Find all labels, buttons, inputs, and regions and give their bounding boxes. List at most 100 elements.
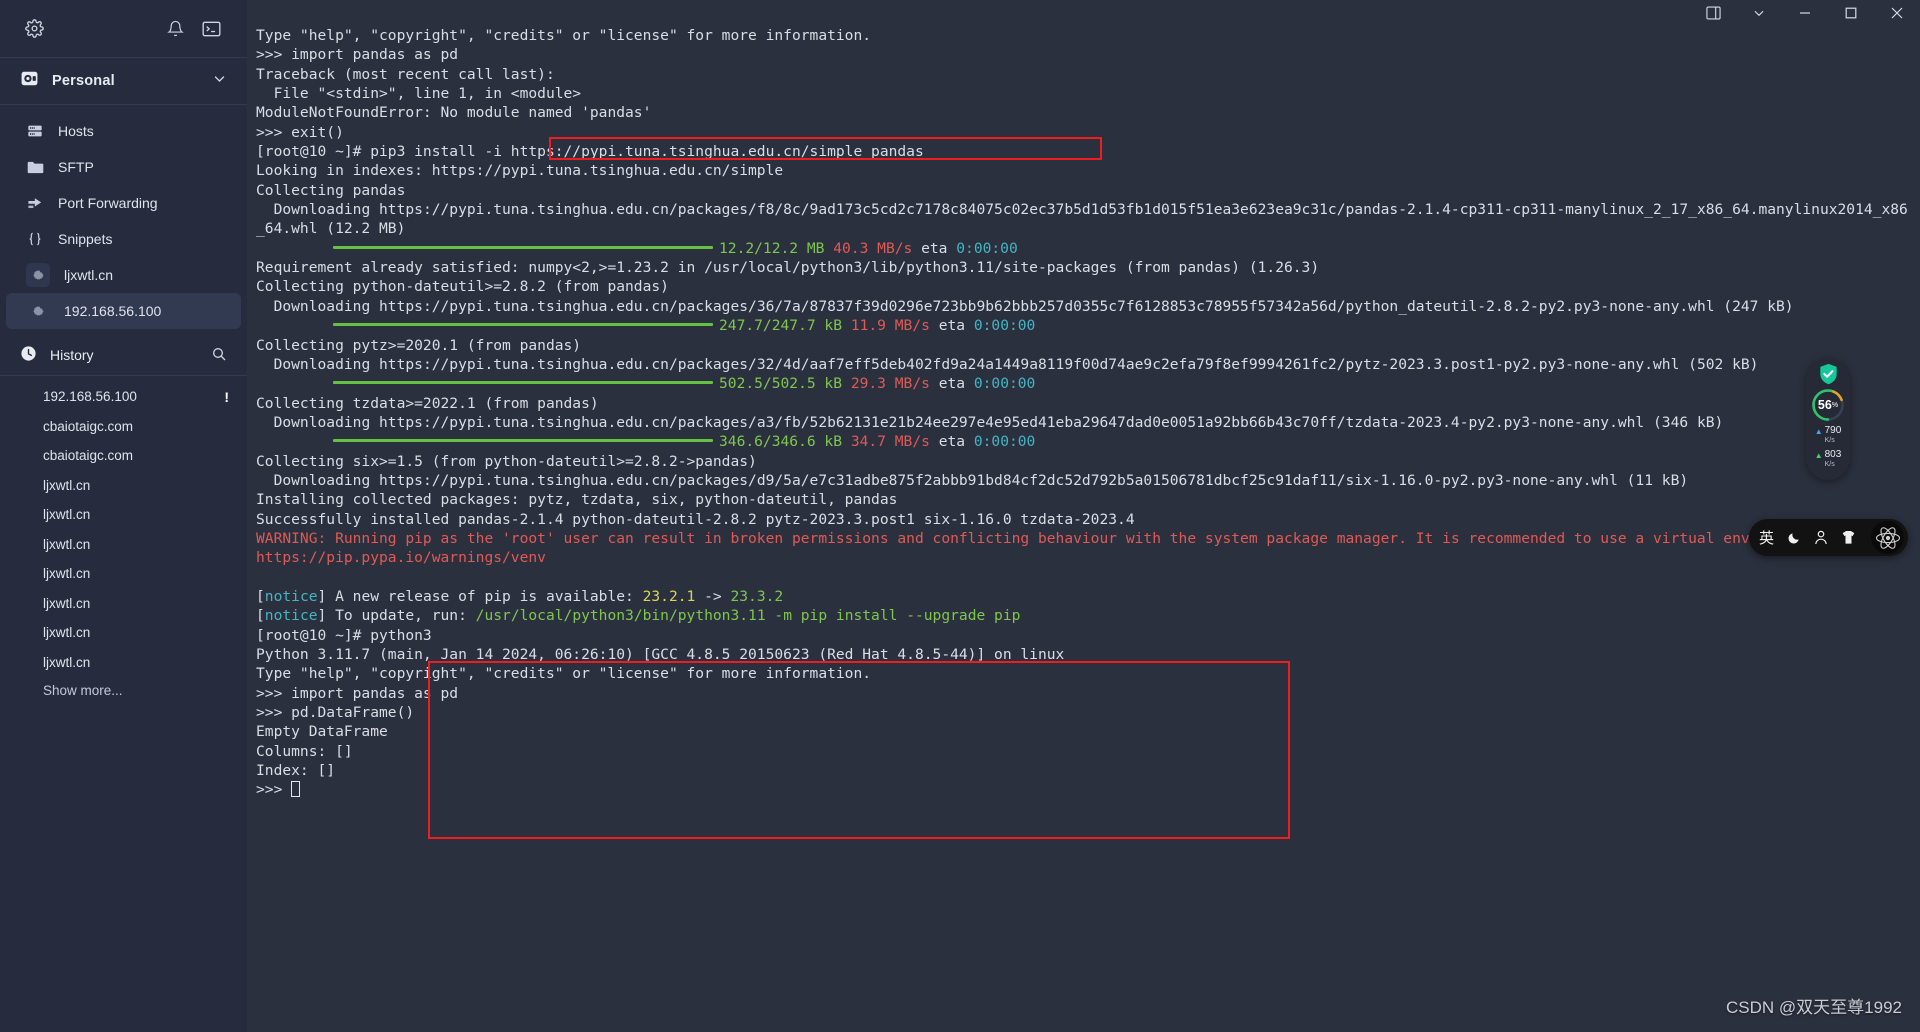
braces-icon — [26, 231, 44, 247]
terminal-line: 346.6/346.6 kB 34.7 MB/s eta 0:00:00 — [256, 432, 1912, 451]
sidebar-item-label: SFTP — [58, 159, 94, 175]
vault-selector[interactable]: Personal — [0, 58, 247, 104]
list-item[interactable]: ljxwtl.cn — [0, 559, 247, 589]
terminal-line: [notice] To update, run: /usr/local/pyth… — [256, 606, 1912, 625]
forward-arrow-icon — [26, 196, 44, 211]
terminal-text: >>> exit() — [256, 123, 344, 141]
progress-bar — [333, 323, 713, 327]
terminal-text: Python 3.11.7 (main, Jan 14 2024, 06:26:… — [256, 646, 1065, 663]
terminal-line: Installing collected packages: pytz, tzd… — [256, 490, 1912, 509]
terminal-text: Index: [] — [256, 762, 336, 780]
terminal-line: Downloading https://pypi.tuna.tsinghua.e… — [256, 200, 1912, 239]
show-more-button[interactable]: Show more... — [0, 677, 247, 698]
ime-toolbar[interactable]: 英 — [1748, 519, 1908, 556]
terminal-line: Traceback (most recent call last): — [256, 65, 1912, 84]
terminal-text: Downloading https://pypi.tuna.tsinghua.e… — [256, 201, 1908, 238]
settings-gear-icon[interactable] — [20, 15, 48, 43]
terminal-line: Downloading https://pypi.tuna.tsinghua.e… — [256, 413, 1912, 432]
terminal-line: File "<stdin>", line 1, in <module> — [256, 84, 1912, 103]
terminal-icon[interactable] — [197, 15, 225, 43]
list-item[interactable]: ljxwtl.cn — [0, 589, 247, 619]
layout-panel-icon[interactable] — [1690, 0, 1736, 26]
terminal-text: Requirement already satisfied: numpy<2,>… — [256, 259, 1320, 277]
list-item[interactable]: 192.168.56.100 ! — [0, 382, 247, 412]
terminal-line: Type "help", "copyright", "credits" or "… — [256, 664, 1912, 683]
list-item[interactable]: ljxwtl.cn — [0, 618, 247, 648]
progress-bar — [333, 245, 713, 249]
list-item[interactable]: ljxwtl.cn — [0, 530, 247, 560]
terminal-text: Collecting six>=1.5 (from python-dateuti… — [256, 452, 757, 470]
terminal-line: Index: [] — [256, 761, 1912, 780]
sidebar-item-snippets[interactable]: Snippets — [6, 221, 241, 257]
terminal-text: >>> import pandas as pd — [256, 684, 459, 702]
terminal-line: WARNING: Running pip as the 'root' user … — [256, 529, 1912, 568]
terminal-line: Downloading https://pypi.tuna.tsinghua.e… — [256, 355, 1912, 374]
maximize-button[interactable] — [1828, 0, 1874, 26]
terminal-line: Collecting tzdata>=2022.1 (from pandas) — [256, 394, 1912, 413]
terminal-line: Downloading https://pypi.tuna.tsinghua.e… — [256, 471, 1912, 490]
list-item[interactable]: ljxwtl.cn — [0, 500, 247, 530]
chevron-down-icon[interactable] — [212, 71, 227, 91]
sidebar-host-192-168-56-100[interactable]: 192.168.56.100 — [6, 293, 241, 329]
terminal-text: eta — [938, 375, 966, 393]
ime-skin-icon[interactable] — [1841, 530, 1856, 545]
ime-logo-icon[interactable] — [1871, 521, 1904, 554]
terminal-text: Type "help", "copyright", "credits" or "… — [256, 27, 872, 44]
terminal-text: Collecting tzdata>=2022.1 (from pandas) — [256, 394, 599, 412]
terminal-text: Type "help", "copyright", "credits" or "… — [256, 665, 872, 683]
server-icon — [26, 123, 44, 139]
close-button[interactable] — [1874, 0, 1920, 26]
sidebar-item-port-forwarding[interactable]: Port Forwarding — [6, 185, 241, 221]
terminal-line: [root@10 ~]# python3 — [256, 626, 1912, 645]
shield-check-icon — [1819, 363, 1838, 385]
ime-user-icon[interactable] — [1814, 530, 1828, 545]
ime-moon-icon[interactable] — [1787, 531, 1801, 545]
list-item[interactable]: ljxwtl.cn — [0, 471, 247, 501]
sidebar: Personal Hosts SFTP Port Forwarding Snip… — [0, 0, 247, 1032]
sidebar-toolbar — [0, 0, 247, 57]
history-item-label: ljxwtl.cn — [43, 625, 91, 641]
history-header[interactable]: History — [0, 335, 247, 375]
terminal-text: eta — [921, 239, 948, 257]
terminal-text: 0:00:00 — [965, 317, 1036, 335]
terminal-text: ] A new release of pip is available: — [317, 587, 643, 605]
chevron-down-icon[interactable] — [1736, 0, 1782, 26]
terminal-text: 346.6/346.6 kB — [719, 433, 843, 451]
terminal-pane: Type "help", "copyright", "credits" or "… — [247, 0, 1920, 1032]
sidebar-item-hosts[interactable]: Hosts — [6, 113, 241, 149]
list-item[interactable]: ljxwtl.cn — [0, 648, 247, 678]
terminal-line: 247.7/247.7 kB 11.9 MB/s eta 0:00:00 — [256, 316, 1912, 335]
terminal-text: 40.3 MB/s — [833, 239, 913, 257]
terminal-text: Traceback (most recent call last): — [256, 65, 555, 83]
terminal-line: >>> import pandas as pd — [256, 45, 1912, 64]
download-unit: K/s — [1824, 461, 1835, 468]
terminal-text: 12.2/12.2 MB — [719, 239, 825, 257]
terminal-text: [ — [256, 607, 265, 625]
list-item[interactable]: cbaiotaigc.com — [0, 441, 247, 471]
terminal-cursor — [291, 781, 301, 798]
sidebar-host-ljxwtl[interactable]: ljxwtl.cn — [6, 257, 241, 293]
terminal-line: Empty DataFrame — [256, 722, 1912, 741]
terminal-line: Downloading https://pypi.tuna.tsinghua.e… — [256, 297, 1912, 316]
ime-language-button[interactable]: 英 — [1759, 527, 1774, 548]
upload-arrow-icon: ▲ — [1814, 427, 1823, 436]
download-speed: ▲ 803 K/s — [1815, 450, 1842, 470]
gear-host-icon — [26, 263, 50, 287]
terminal-text: eta — [938, 433, 966, 451]
sidebar-item-sftp[interactable]: SFTP — [6, 149, 241, 185]
search-icon[interactable] — [211, 346, 227, 365]
terminal-text: >>> — [256, 781, 292, 799]
network-monitor-widget[interactable]: 56% ▲ 790 K/s ▲ 803 K/s — [1806, 358, 1850, 480]
terminal-output[interactable]: Type "help", "copyright", "credits" or "… — [247, 0, 1920, 1032]
history-item-label: cbaiotaigc.com — [43, 448, 134, 464]
terminal-text: 0:00:00 — [947, 239, 1018, 257]
minimize-button[interactable] — [1782, 0, 1828, 26]
history-item-label: ljxwtl.cn — [43, 654, 91, 670]
bell-icon[interactable] — [161, 15, 189, 43]
list-item[interactable]: cbaiotaigc.com — [0, 412, 247, 442]
